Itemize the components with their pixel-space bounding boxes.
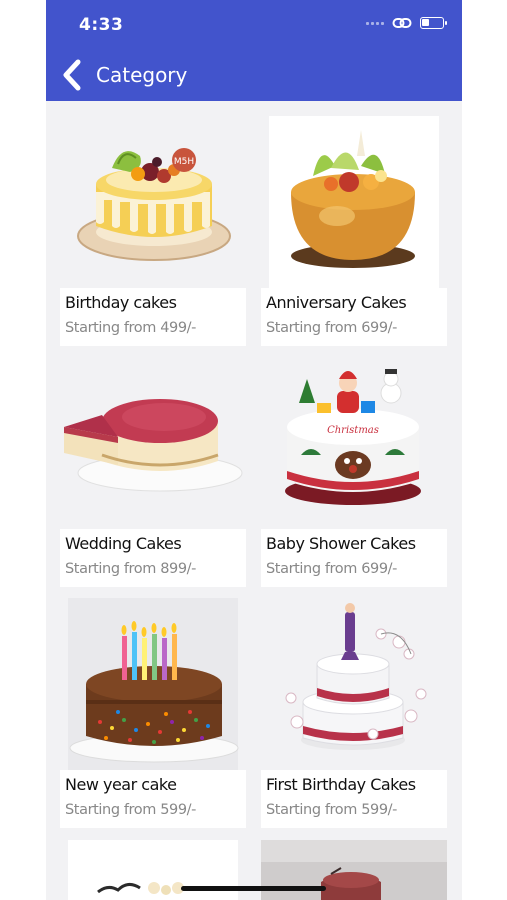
category-card-first-birthday[interactable]: First Birthday Cakes Starting from 599/-	[261, 598, 447, 828]
cake-image-partial	[68, 840, 238, 900]
anniversary-cake-image	[261, 116, 447, 288]
baby-shower-cake-image: Christmas	[261, 357, 447, 529]
page-title: Category	[96, 63, 188, 87]
status-time: 4:33	[79, 15, 124, 35]
category-card-partial-right[interactable]	[261, 840, 447, 900]
category-card-birthday[interactable]: M5H Birthday cakes Starting from 499/-	[60, 116, 246, 346]
category-price: Starting from 699/-	[266, 320, 397, 336]
svg-text:M5H: M5H	[174, 157, 194, 167]
category-info: Wedding Cakes Starting from 899/-	[60, 529, 246, 587]
status-icons	[366, 16, 447, 30]
category-info: Anniversary Cakes Starting from 699/-	[261, 288, 447, 346]
battery-icon	[420, 17, 447, 29]
category-name: Baby Shower Cakes	[266, 534, 416, 553]
app-header: 4:33 Category	[46, 0, 462, 101]
category-price: Starting from 499/-	[65, 320, 196, 336]
cake-image-partial	[261, 840, 447, 900]
wedding-cake-image	[60, 357, 246, 529]
category-name: First Birthday Cakes	[266, 775, 416, 794]
chevron-left-icon	[63, 59, 81, 91]
category-card-new-year[interactable]: New year cake Starting from 599/-	[60, 598, 246, 828]
category-price: Starting from 699/-	[266, 561, 397, 577]
category-price: Starting from 599/-	[65, 802, 196, 818]
back-button[interactable]	[58, 58, 86, 92]
category-price: Starting from 599/-	[266, 802, 397, 818]
category-name: Birthday cakes	[65, 293, 177, 312]
category-info: Birthday cakes Starting from 499/-	[60, 288, 246, 346]
category-card-partial-left[interactable]	[68, 840, 238, 900]
new-year-cake-image	[60, 598, 246, 770]
first-birthday-cake-image	[261, 598, 447, 770]
category-info: New year cake Starting from 599/-	[60, 770, 246, 828]
signal-icon	[366, 21, 384, 25]
category-info: First Birthday Cakes Starting from 599/-	[261, 770, 447, 828]
category-card-anniversary[interactable]: Anniversary Cakes Starting from 699/-	[261, 116, 447, 346]
app-screen: 4:33 Category M5H Birthday cakes Startin…	[46, 0, 462, 900]
category-info: Baby Shower Cakes Starting from 699/-	[261, 529, 447, 587]
category-price: Starting from 899/-	[65, 561, 196, 577]
category-name: New year cake	[65, 775, 177, 794]
category-card-baby-shower[interactable]: Christmas Baby Shower Cakes Starting fro…	[261, 357, 447, 587]
category-name: Wedding Cakes	[65, 534, 182, 553]
category-card-wedding[interactable]: Wedding Cakes Starting from 899/-	[60, 357, 246, 587]
svg-text:Christmas: Christmas	[327, 425, 379, 436]
home-indicator[interactable]	[181, 886, 326, 891]
link-icon	[392, 18, 412, 28]
birthday-cake-image: M5H	[60, 116, 246, 288]
category-name: Anniversary Cakes	[266, 293, 407, 312]
